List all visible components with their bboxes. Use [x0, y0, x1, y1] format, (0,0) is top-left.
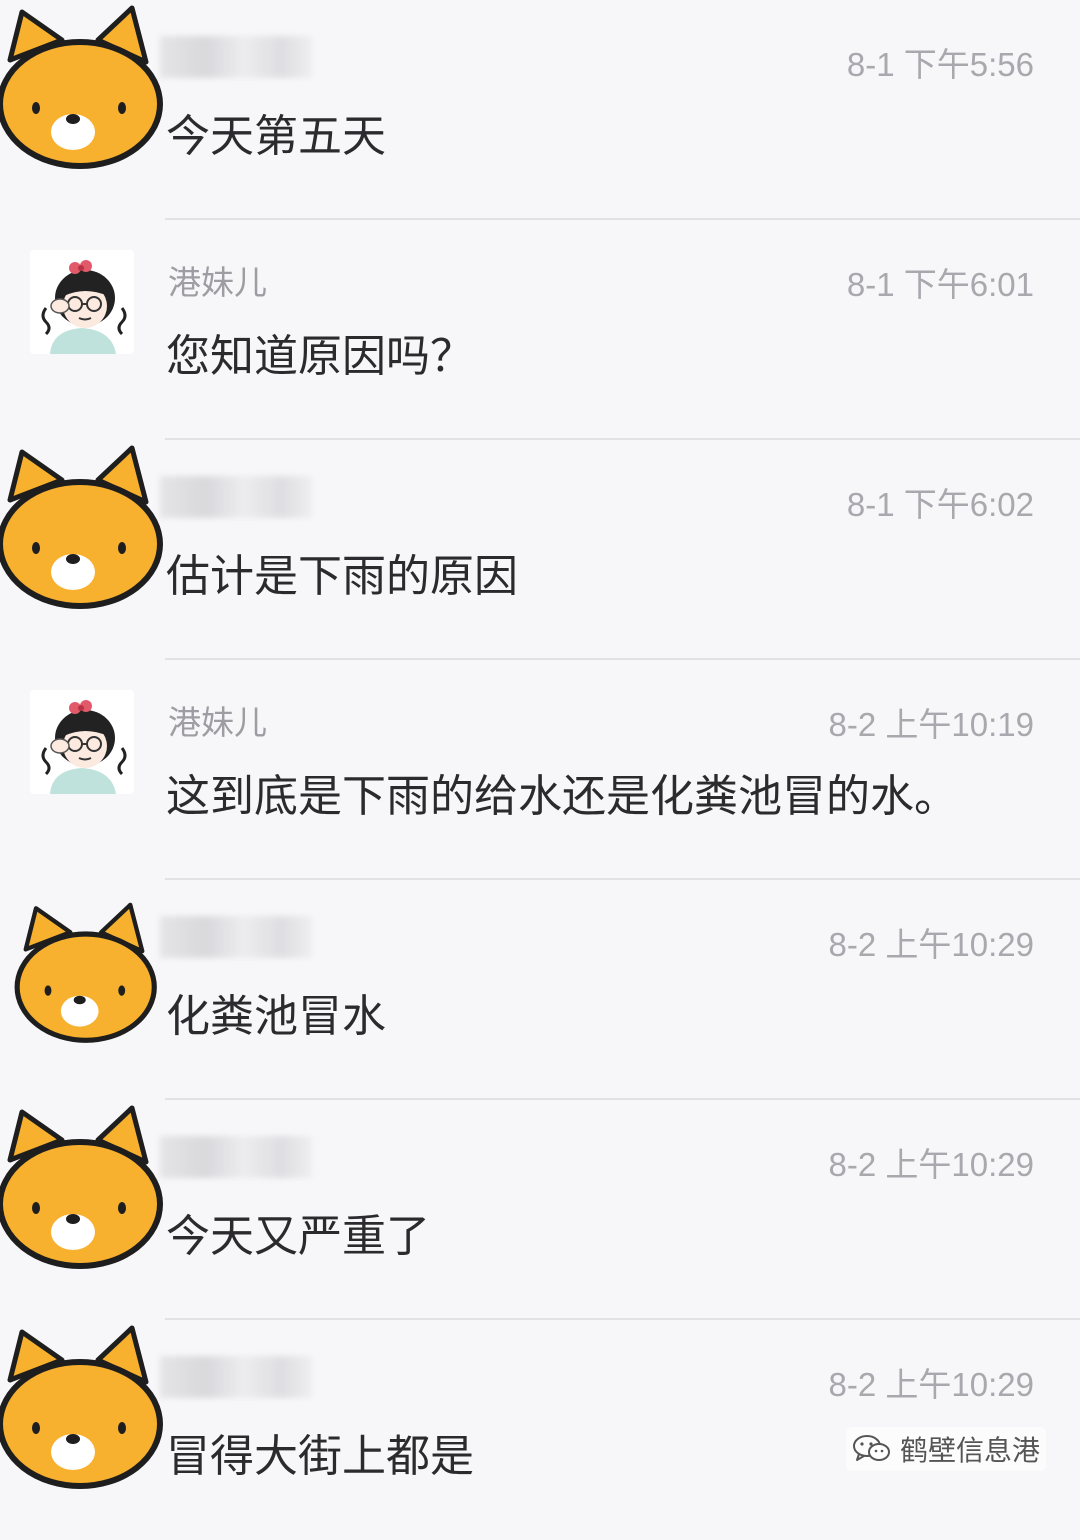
- message-text: 您知道原因吗？: [166, 331, 474, 382]
- wechat-icon: [852, 1435, 890, 1461]
- message-item[interactable]: 8-1 下午5:56 今天第五天: [0, 0, 1080, 220]
- message-time: 8-2 上午10:29: [828, 1366, 1034, 1403]
- message-text: 今天第五天: [166, 111, 386, 162]
- bear-avatar-icon[interactable]: [10, 898, 170, 1048]
- bear-avatar-icon[interactable]: [0, 1100, 170, 1275]
- blurred-username: [160, 1356, 312, 1398]
- blurred-username: [160, 36, 312, 78]
- message-time: 8-1 下午5:56: [846, 46, 1034, 83]
- message-time: 8-2 上午10:29: [828, 1146, 1034, 1183]
- blurred-username: [160, 476, 312, 518]
- message-item[interactable]: 8-2 上午10:29 今天又严重了: [0, 1100, 1080, 1320]
- message-text: 这到底是下雨的给水还是化粪池冒的水。: [166, 771, 958, 822]
- message-text: 今天又严重了: [166, 1211, 430, 1262]
- blurred-username: [160, 916, 312, 958]
- message-item[interactable]: 港妹儿 8-2 上午10:19 这到底是下雨的给水还是化粪池冒的水。: [0, 660, 1080, 880]
- message-item[interactable]: 8-2 上午10:29 化粪池冒水: [0, 880, 1080, 1100]
- message-time: 8-2 上午10:19: [828, 706, 1034, 743]
- bear-avatar-icon[interactable]: [0, 440, 170, 615]
- message-text: 冒得大街上都是: [166, 1431, 474, 1482]
- blurred-username: [160, 1136, 312, 1178]
- watermark: 鹤壁信息港: [845, 1427, 1046, 1471]
- username[interactable]: 港妹儿: [168, 256, 267, 304]
- message-text: 估计是下雨的原因: [166, 551, 518, 602]
- message-item[interactable]: 8-1 下午6:02 估计是下雨的原因: [0, 440, 1080, 660]
- girl-avatar-icon[interactable]: [30, 690, 134, 794]
- message-time: 8-1 下午6:01: [846, 266, 1034, 303]
- username[interactable]: 港妹儿: [168, 696, 267, 744]
- girl-avatar-icon[interactable]: [30, 250, 134, 354]
- bear-avatar-icon[interactable]: [0, 0, 170, 175]
- bear-avatar-icon[interactable]: [0, 1320, 170, 1495]
- message-item[interactable]: 港妹儿 8-1 下午6:01 您知道原因吗？: [0, 220, 1080, 440]
- message-time: 8-1 下午6:02: [846, 486, 1034, 523]
- message-time: 8-2 上午10:29: [828, 926, 1034, 963]
- message-text: 化粪池冒水: [166, 991, 386, 1042]
- watermark-text: 鹤壁信息港: [899, 1434, 1040, 1467]
